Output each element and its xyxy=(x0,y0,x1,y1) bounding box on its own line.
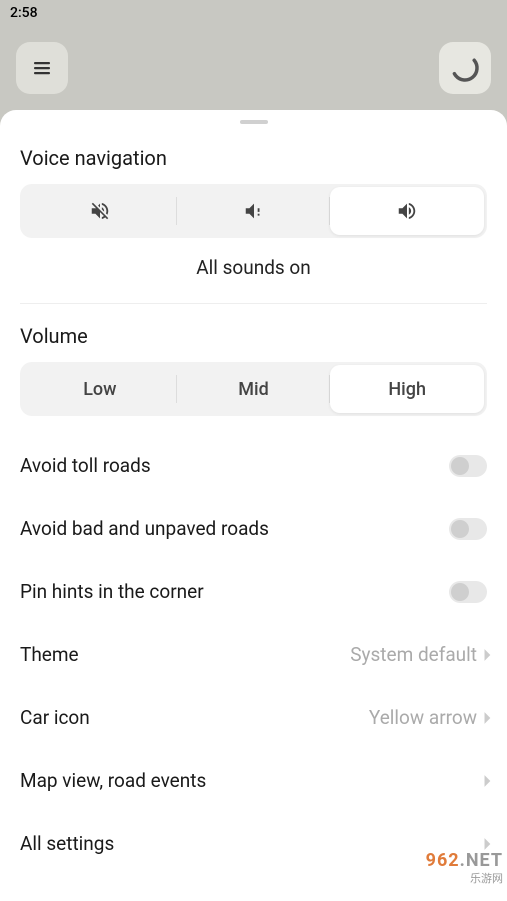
switch-avoid-bad-roads[interactable] xyxy=(449,518,487,540)
seg-label: Mid xyxy=(238,379,268,400)
toggle-label: Pin hints in the corner xyxy=(20,580,204,603)
nav-value: Yellow arrow xyxy=(369,706,477,729)
nav-label: Car icon xyxy=(20,706,90,729)
toggle-label: Avoid bad and unpaved roads xyxy=(20,517,269,540)
volume-on-icon xyxy=(396,200,418,222)
status-bar: 2:58 xyxy=(0,0,507,26)
nav-all-settings[interactable]: All settings xyxy=(0,812,507,875)
top-nav xyxy=(0,26,507,110)
switch-knob xyxy=(451,583,469,601)
volume-option-high[interactable]: High xyxy=(330,365,484,413)
chevron-right-icon xyxy=(483,774,493,788)
switch-knob xyxy=(451,457,469,475)
toggle-pin-hints: Pin hints in the corner xyxy=(0,560,507,623)
voice-option-all[interactable] xyxy=(330,187,484,235)
volume-title: Volume xyxy=(0,310,507,362)
chevron-right-icon xyxy=(483,648,493,662)
switch-knob xyxy=(451,520,469,538)
volume-option-low[interactable]: Low xyxy=(23,365,177,413)
volume-alert-icon xyxy=(243,200,265,222)
volume-segmented: Low Mid High xyxy=(20,362,487,416)
nav-car-icon[interactable]: Car icon Yellow arrow xyxy=(0,686,507,749)
sheet-handle[interactable] xyxy=(240,120,268,124)
seg-label: Low xyxy=(83,379,116,400)
chevron-right-icon xyxy=(483,837,493,851)
hamburger-icon xyxy=(30,56,54,80)
scroll-area[interactable]: Voice navigation All sounds on Volume Lo… xyxy=(0,132,507,901)
menu-button[interactable] xyxy=(16,42,68,94)
clock: 2:58 xyxy=(10,5,38,21)
settings-sheet: Voice navigation All sounds on Volume Lo… xyxy=(0,110,507,901)
nav-label: All settings xyxy=(20,832,114,855)
voice-option-mute[interactable] xyxy=(23,187,177,235)
compass-icon xyxy=(450,53,480,83)
toggle-avoid-tolls: Avoid toll roads xyxy=(0,434,507,497)
voice-nav-status: All sounds on xyxy=(0,256,507,279)
nav-label: Theme xyxy=(20,643,79,666)
divider xyxy=(20,303,487,304)
switch-avoid-tolls[interactable] xyxy=(449,455,487,477)
nav-map-view[interactable]: Map view, road events xyxy=(0,749,507,812)
voice-option-alerts[interactable] xyxy=(177,187,331,235)
switch-pin-hints[interactable] xyxy=(449,581,487,603)
chevron-right-icon xyxy=(483,711,493,725)
toggle-label: Avoid toll roads xyxy=(20,454,151,477)
nav-value: System default xyxy=(350,643,477,666)
voice-nav-title: Voice navigation xyxy=(0,132,507,184)
volume-mute-icon xyxy=(89,200,111,222)
volume-option-mid[interactable]: Mid xyxy=(177,365,331,413)
nav-theme[interactable]: Theme System default xyxy=(0,623,507,686)
toggle-avoid-bad-roads: Avoid bad and unpaved roads xyxy=(0,497,507,560)
voice-nav-segmented xyxy=(20,184,487,238)
nav-label: Map view, road events xyxy=(20,769,206,792)
seg-label: High xyxy=(388,379,426,400)
compass-button[interactable] xyxy=(439,42,491,94)
